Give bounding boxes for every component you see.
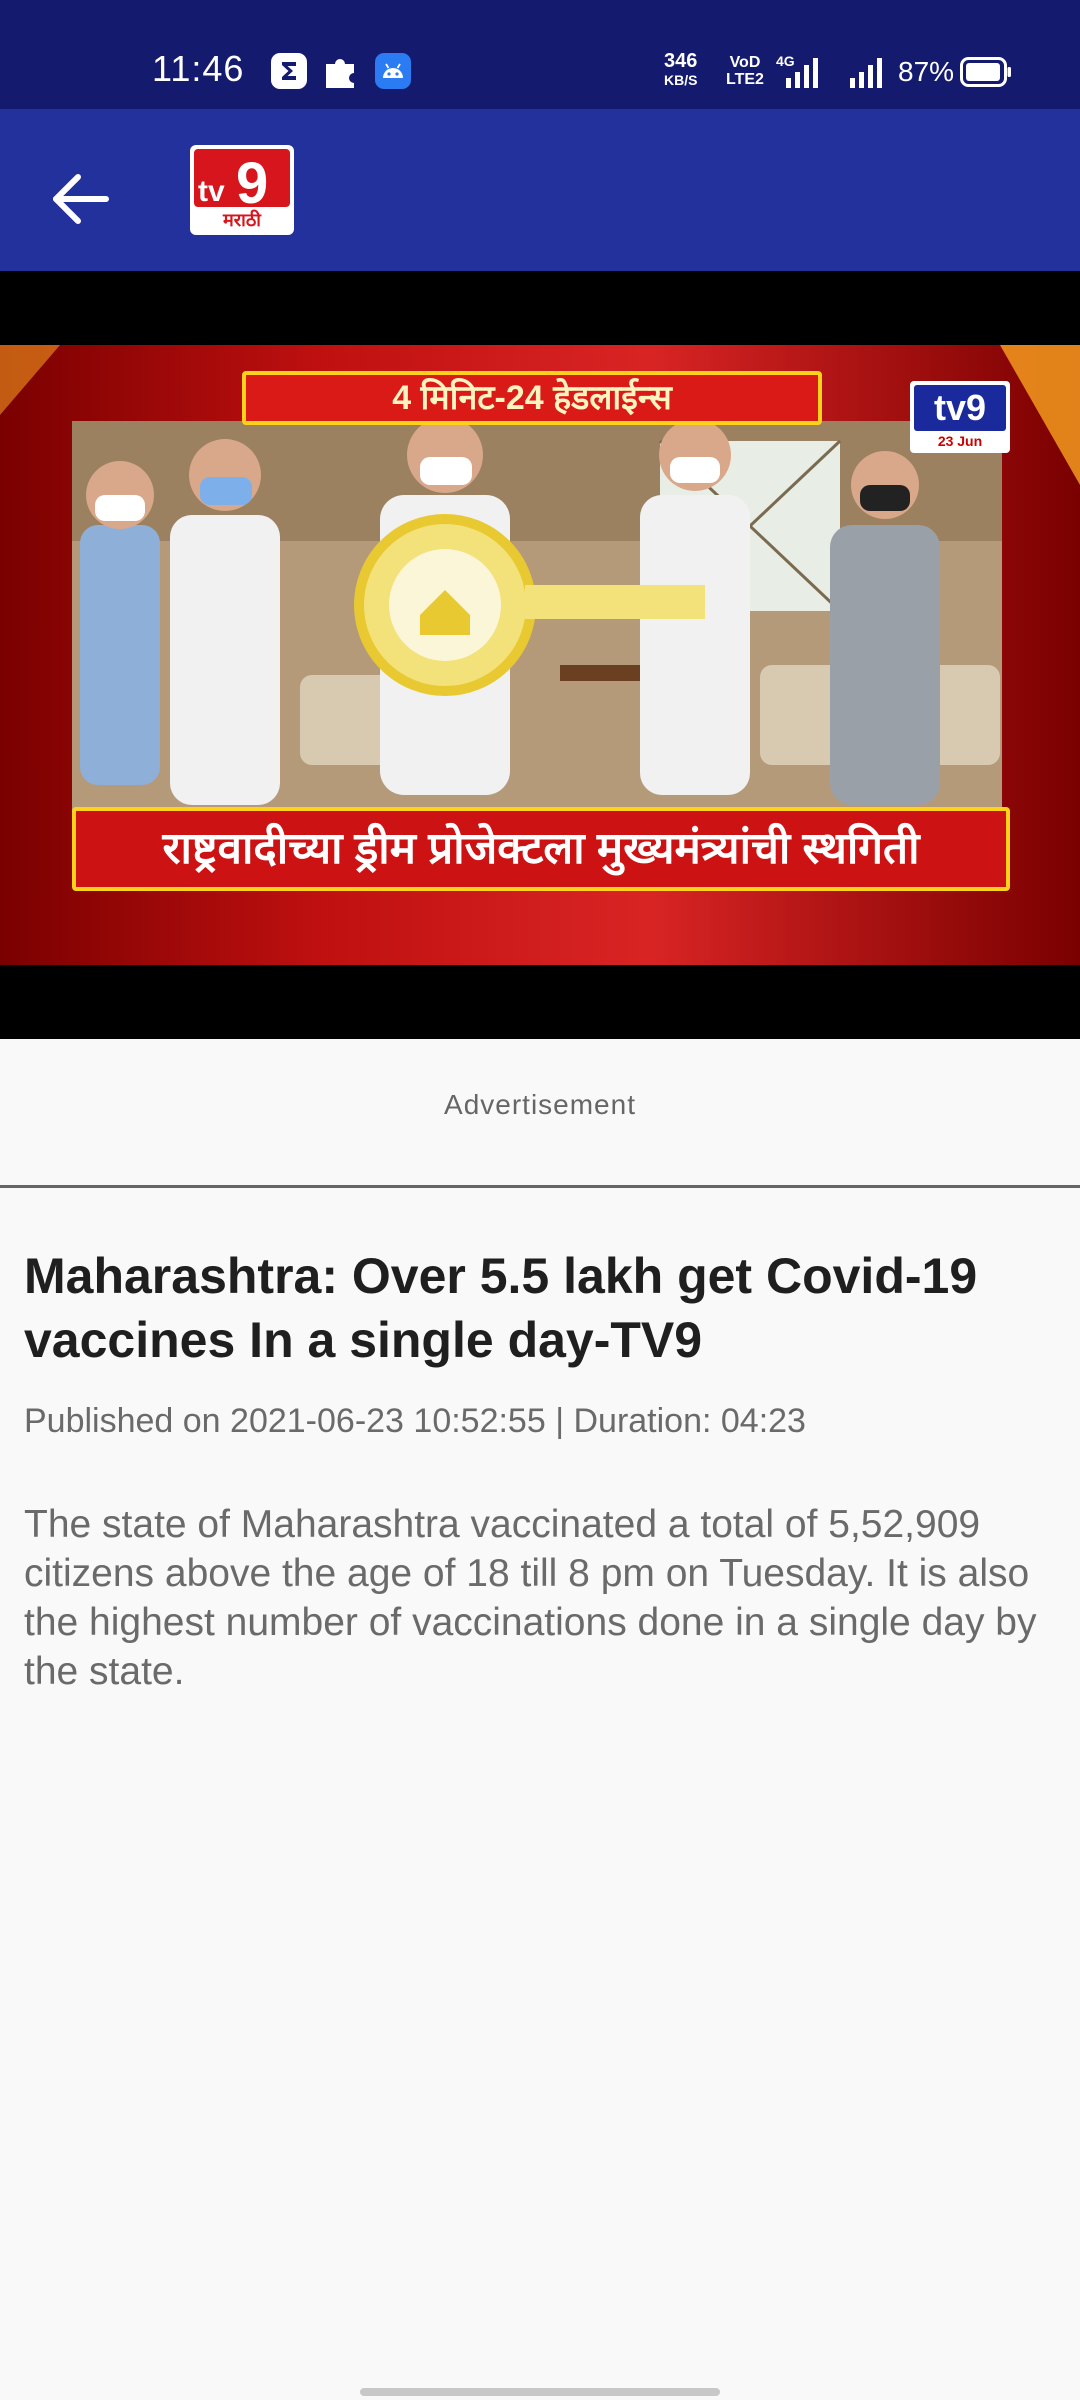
status-time: 11:46 bbox=[152, 48, 245, 89]
video-thumbnail: 4 मिनिट-24 हेडलाईन्स tv9 23 Jun राष्ट्रव… bbox=[0, 345, 1080, 965]
advertisement-slot: Advertisement bbox=[0, 1039, 1080, 1187]
video-channel-logo: tv9 23 Jun bbox=[910, 381, 1010, 453]
back-button[interactable] bbox=[30, 149, 130, 249]
logo-subtext: मराठी bbox=[223, 210, 261, 230]
puzzle-icon bbox=[326, 58, 354, 88]
network-speed-unit: KB/S bbox=[664, 72, 698, 88]
app-bar: tv 9 मराठी bbox=[0, 109, 1080, 271]
volte-indicator: VoD LTE2 bbox=[726, 54, 764, 88]
network-type-label: 4G bbox=[776, 53, 795, 69]
article-meta: Published on 2021-06-23 10:52:55 | Durat… bbox=[24, 1402, 806, 1440]
arrow-left-icon bbox=[53, 174, 109, 224]
advertisement-label: Advertisement bbox=[444, 1089, 636, 1120]
signal-icon: 4G bbox=[776, 53, 818, 88]
battery-percent: 87% bbox=[898, 56, 955, 87]
signal-icon bbox=[850, 58, 882, 88]
android-icon bbox=[375, 53, 411, 89]
video-logo-text: tv9 bbox=[933, 387, 987, 428]
network-speed-value: 346 bbox=[664, 50, 698, 72]
logo-text: 9 bbox=[236, 151, 268, 207]
gesture-navigation-bar[interactable] bbox=[360, 2388, 720, 2396]
tv9-marathi-logo: tv 9 मराठी bbox=[190, 145, 294, 235]
volte-line1: VoD bbox=[729, 54, 761, 71]
divider bbox=[0, 1185, 1080, 1188]
video-player[interactable]: 4 मिनिट-24 हेडलाईन्स tv9 23 Jun राष्ट्रव… bbox=[0, 271, 1080, 1039]
battery-icon bbox=[960, 57, 1011, 87]
network-speed: 346 KB/S bbox=[664, 50, 698, 90]
video-headline-bottom: राष्ट्रवादीच्या ड्रीम प्रोजेक्टला मुख्यम… bbox=[72, 807, 1010, 891]
status-bar: 11:46 346 KB/S VoD LTE2 4G 87% bbox=[0, 0, 1080, 109]
article-summary: The state of Maharashtra vaccinated a to… bbox=[24, 1503, 1037, 1693]
sigma-icon bbox=[271, 53, 307, 89]
volte-line2: LTE2 bbox=[726, 71, 764, 88]
article-title: Maharashtra: Over 5.5 lakh get Covid-19 … bbox=[24, 1248, 978, 1368]
video-headline-top: 4 मिनिट-24 हेडलाईन्स bbox=[242, 371, 822, 425]
logo-prefix: tv bbox=[198, 175, 225, 207]
video-logo-date: 23 Jun bbox=[937, 433, 983, 449]
